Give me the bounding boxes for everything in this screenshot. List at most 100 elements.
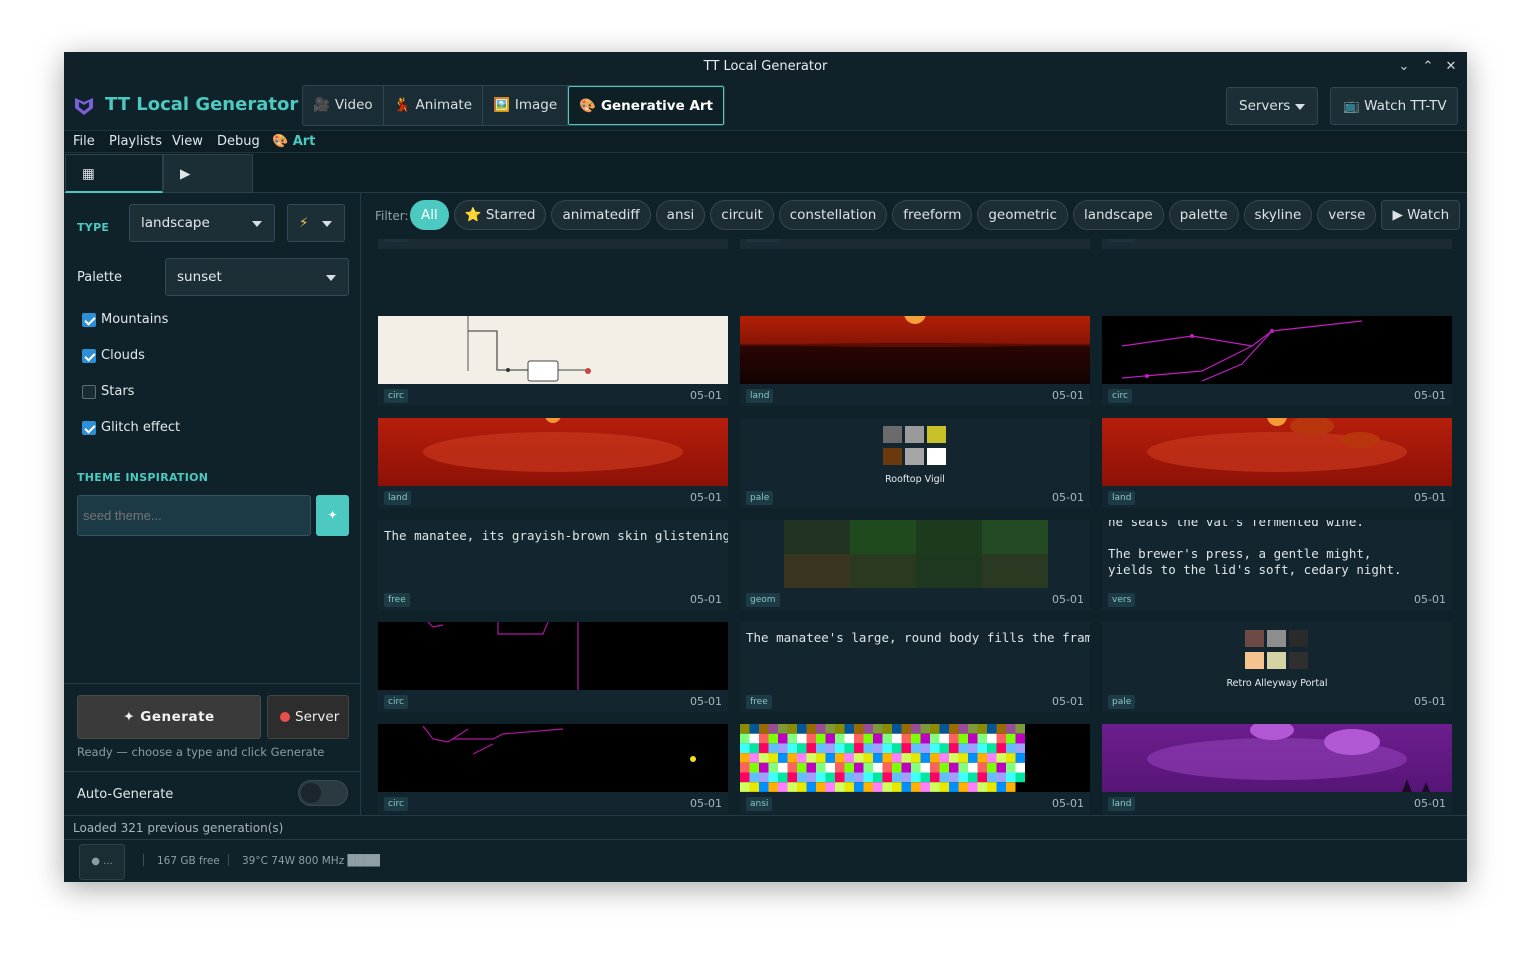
palette-select[interactable]: sunset (165, 258, 349, 296)
gallery-card[interactable]: Retro Alleyway Portal pale 05-01 (1102, 622, 1452, 712)
filter-chip[interactable]: ⭐ Starred (453, 200, 547, 230)
tab-watch[interactable]: ▶ Watch (163, 154, 253, 220)
ansi-cell (740, 733, 750, 744)
date-label: 05-01 (1414, 695, 1446, 708)
filter-chip[interactable]: All (410, 200, 449, 230)
palette-title: Rooftop Vigil (885, 474, 945, 485)
ansi-cell (958, 743, 968, 754)
circuit-node (1190, 334, 1194, 338)
filter-chip[interactable]: landscape (1072, 200, 1164, 230)
mode-tab-generative-art[interactable]: 🎨 Generative Art (568, 86, 725, 125)
ansi-cell (939, 733, 949, 744)
gallery-card[interactable]: Rooftop Vigil pale 05-01 (740, 418, 1090, 508)
ansi-cell (987, 753, 997, 763)
filter-watch-button[interactable]: ▶ Watch (1381, 200, 1461, 230)
auto-generate-toggle[interactable] (298, 780, 348, 806)
gallery-card-partial[interactable]: geom 05-01 (740, 239, 1090, 249)
type-tag: free (384, 593, 410, 607)
checkbox-mountains[interactable] (82, 313, 96, 327)
ansi-cell (911, 724, 921, 734)
ansi-cell (863, 782, 873, 792)
ansi-cell (911, 753, 921, 763)
ansi-cell (797, 733, 807, 744)
view-tabs: ▦ Gallery ▶ Watch (64, 153, 1467, 220)
gallery-card[interactable]: land 05-01 (1102, 724, 1452, 814)
ansi-cell (892, 753, 902, 763)
gallery-card[interactable]: land 05-01 (378, 418, 728, 508)
sun-shape (904, 316, 926, 324)
gallery-card[interactable]: circ 05-01 (1102, 316, 1452, 406)
type-select[interactable]: landscape (129, 204, 275, 242)
ansi-cell (806, 724, 816, 734)
ansi-cell (1006, 782, 1016, 792)
option-label: Clouds (101, 348, 145, 363)
filter-chip[interactable]: animatediff (551, 200, 651, 230)
filter-chip[interactable]: geometric (977, 200, 1068, 230)
gallery-card[interactable]: The manatee, its grayish-brown skin glis… (378, 520, 728, 610)
ansi-cell (835, 782, 845, 792)
servers-dropdown[interactable]: Servers (1226, 87, 1318, 125)
gallery-card-partial[interactable]: land 05-01 (1102, 239, 1452, 249)
ansi-cell (863, 762, 873, 773)
card-thumbnail: Rooftop Vigil (740, 418, 1090, 508)
minimize-icon[interactable]: ⌄ (1394, 52, 1414, 82)
gallery-card[interactable]: land 05-01 (740, 316, 1090, 406)
ansi-cell (787, 772, 797, 783)
gallery-card[interactable]: circ 05-01 (378, 316, 728, 406)
mode-icon: 🎨 (579, 98, 596, 114)
ansi-cell (825, 762, 835, 773)
gallery-card[interactable]: land 05-01 (1102, 418, 1452, 508)
ansi-cell (873, 733, 883, 744)
gallery-card[interactable]: he seats the vat's fermented wine. The br… (1102, 520, 1452, 610)
filter-chip[interactable]: circuit (710, 200, 774, 230)
mode-tab-animate[interactable]: 💃 Animate (384, 86, 484, 125)
ansi-cell (873, 724, 883, 734)
menu-art[interactable]: 🎨 Art (272, 134, 315, 149)
color-swatch (1245, 652, 1264, 669)
status-text: Loaded 321 previous generation(s) (73, 821, 284, 835)
color-swatch (1289, 652, 1308, 669)
gallery-card[interactable]: ansi 05-01 (740, 724, 1090, 814)
gallery-card[interactable]: geom 05-01 (740, 520, 1090, 610)
ansi-cell (806, 782, 816, 792)
gallery-card[interactable]: circ 05-01 (378, 724, 728, 814)
ansi-cell (911, 782, 921, 792)
seed-theme-input[interactable] (77, 495, 311, 536)
menu-view[interactable]: View (172, 134, 203, 149)
close-icon[interactable]: ✕ (1441, 52, 1461, 82)
filter-chip[interactable]: ansi (655, 200, 706, 230)
filter-chip[interactable]: palette (1168, 200, 1239, 230)
gallery-card-partial[interactable]: skyl 05-01 (378, 239, 728, 249)
menu-debug[interactable]: Debug (217, 134, 260, 149)
filter-chip[interactable]: constellation (778, 200, 888, 230)
generate-button[interactable]: ✦ Generate (77, 695, 261, 739)
activity-button[interactable]: ● ... (79, 844, 125, 880)
separator (143, 854, 144, 866)
ansi-cell (787, 724, 797, 734)
filter-chip[interactable]: skyline (1243, 200, 1313, 230)
maximize-icon[interactable]: ⌃ (1418, 52, 1438, 82)
ansi-cell (996, 782, 1006, 792)
tab-gallery[interactable]: ▦ Gallery (65, 154, 163, 220)
app-logo-icon (75, 98, 93, 115)
mode-tab-video[interactable]: 🎥 Video (303, 86, 384, 125)
menu-file[interactable]: File (73, 134, 95, 149)
filter-chip[interactable]: freeform (892, 200, 973, 230)
mode-label: Video (334, 97, 373, 113)
checkbox-clouds[interactable] (82, 349, 96, 363)
mode-tab-image[interactable]: 🖼️ Image (483, 86, 569, 125)
ansi-cell (892, 762, 902, 773)
checkbox-glitch-effect[interactable] (82, 421, 96, 435)
checkbox-stars[interactable] (82, 385, 96, 399)
watch-tttv-button[interactable]: 📺 Watch TT-TV (1330, 87, 1458, 125)
ansi-cell (987, 782, 997, 792)
menu-playlists[interactable]: Playlists (109, 134, 162, 149)
ansi-cell (797, 753, 807, 763)
random-type-button[interactable]: ⚡ (287, 204, 345, 242)
ansi-cell (749, 782, 759, 792)
gallery-card[interactable]: circ 05-01 (378, 622, 728, 712)
sparkle-button[interactable]: ✦ (316, 495, 349, 536)
filter-chip[interactable]: verse (1317, 200, 1377, 230)
server-button[interactable]: Server (267, 695, 349, 739)
gallery-card[interactable]: The manatee's large, round body fills th… (740, 622, 1090, 712)
